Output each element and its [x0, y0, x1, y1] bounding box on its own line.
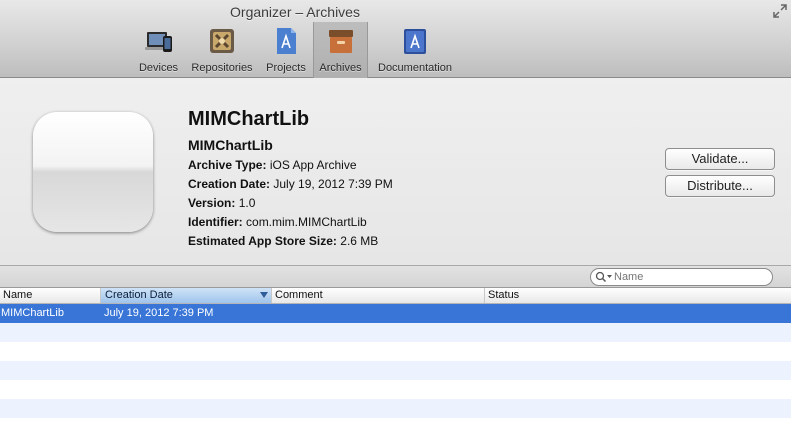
- search-input[interactable]: [614, 269, 764, 285]
- toolbar-projects-button[interactable]: Projects: [262, 22, 310, 78]
- field-label: Archive Type:: [188, 158, 267, 172]
- toolbar-repositories-label: Repositories: [191, 62, 253, 74]
- field-label: Estimated App Store Size:: [188, 234, 337, 248]
- repositories-icon: [210, 29, 234, 53]
- window-title: Organizer – Archives: [230, 4, 360, 20]
- projects-icon: [277, 28, 296, 54]
- search-field[interactable]: [590, 268, 773, 286]
- archive-subtitle: MIMChartLib: [188, 137, 273, 153]
- field-label: Version:: [188, 196, 236, 210]
- archive-title: MIMChartLib: [188, 108, 310, 130]
- field-value: 2.6 MB: [340, 234, 379, 248]
- empty-row: [0, 418, 791, 438]
- field-value: 1.0: [238, 196, 256, 210]
- window-toolbar: Organizer – Archives Devices Repositorie…: [0, 0, 791, 78]
- empty-row: [0, 342, 791, 361]
- creation-date-row: Creation Date: July 19, 2012 7:39 PM: [188, 177, 393, 191]
- empty-row: [0, 361, 791, 380]
- fullscreen-icon[interactable]: [773, 4, 787, 18]
- empty-row: [0, 399, 791, 418]
- validate-button[interactable]: Validate...: [665, 148, 775, 170]
- app-store-size-row: Estimated App Store Size: 2.6 MB: [188, 234, 378, 248]
- toolbar-documentation-button[interactable]: Documentation: [371, 22, 459, 78]
- cell-name: MIMChartLib: [1, 307, 64, 319]
- archives-icon: [328, 30, 353, 53]
- toolbar-devices-label: Devices: [138, 62, 179, 74]
- devices-icon: [144, 32, 172, 52]
- toolbar-archives-button[interactable]: Archives: [313, 22, 368, 78]
- documentation-icon: [404, 29, 426, 54]
- toolbar-devices-button[interactable]: Devices: [136, 22, 181, 78]
- empty-row: [0, 380, 791, 399]
- toolbar-projects-label: Projects: [266, 62, 306, 74]
- field-label: Creation Date:: [188, 177, 271, 191]
- archive-type-row: Archive Type: iOS App Archive: [188, 158, 357, 172]
- field-label: Identifier:: [188, 215, 243, 229]
- version-row: Version: 1.0: [188, 196, 255, 210]
- sort-descending-icon: [260, 292, 268, 298]
- column-header-status[interactable]: Status: [485, 288, 791, 303]
- column-header-label: Creation Date: [105, 289, 173, 301]
- toolbar-repositories-button[interactable]: Repositories: [186, 22, 258, 78]
- identifier-row: Identifier: com.mim.MIMChartLib: [188, 215, 367, 229]
- app-icon: [33, 112, 153, 232]
- cell-creation-date: July 19, 2012 7:39 PM: [104, 307, 214, 319]
- field-value: July 19, 2012 7:39 PM: [273, 177, 393, 191]
- toolbar-documentation-label: Documentation: [378, 62, 452, 74]
- archive-detail-panel: MIMChartLib MIMChartLib Archive Type: iO…: [0, 78, 791, 266]
- search-bar: [0, 266, 791, 288]
- distribute-button[interactable]: Distribute...: [665, 175, 775, 197]
- empty-row: [0, 323, 791, 342]
- column-header-name[interactable]: Name: [0, 288, 101, 303]
- archives-table-header: Name Creation Date Comment Status: [0, 288, 791, 304]
- search-icon[interactable]: [595, 271, 613, 283]
- field-value: iOS App Archive: [269, 158, 357, 172]
- column-header-comment[interactable]: Comment: [272, 288, 485, 303]
- field-value: com.mim.MIMChartLib: [246, 215, 367, 229]
- table-row[interactable]: MIMChartLib July 19, 2012 7:39 PM: [0, 304, 791, 323]
- toolbar-archives-label: Archives: [319, 62, 362, 74]
- column-header-creation-date[interactable]: Creation Date: [101, 288, 272, 303]
